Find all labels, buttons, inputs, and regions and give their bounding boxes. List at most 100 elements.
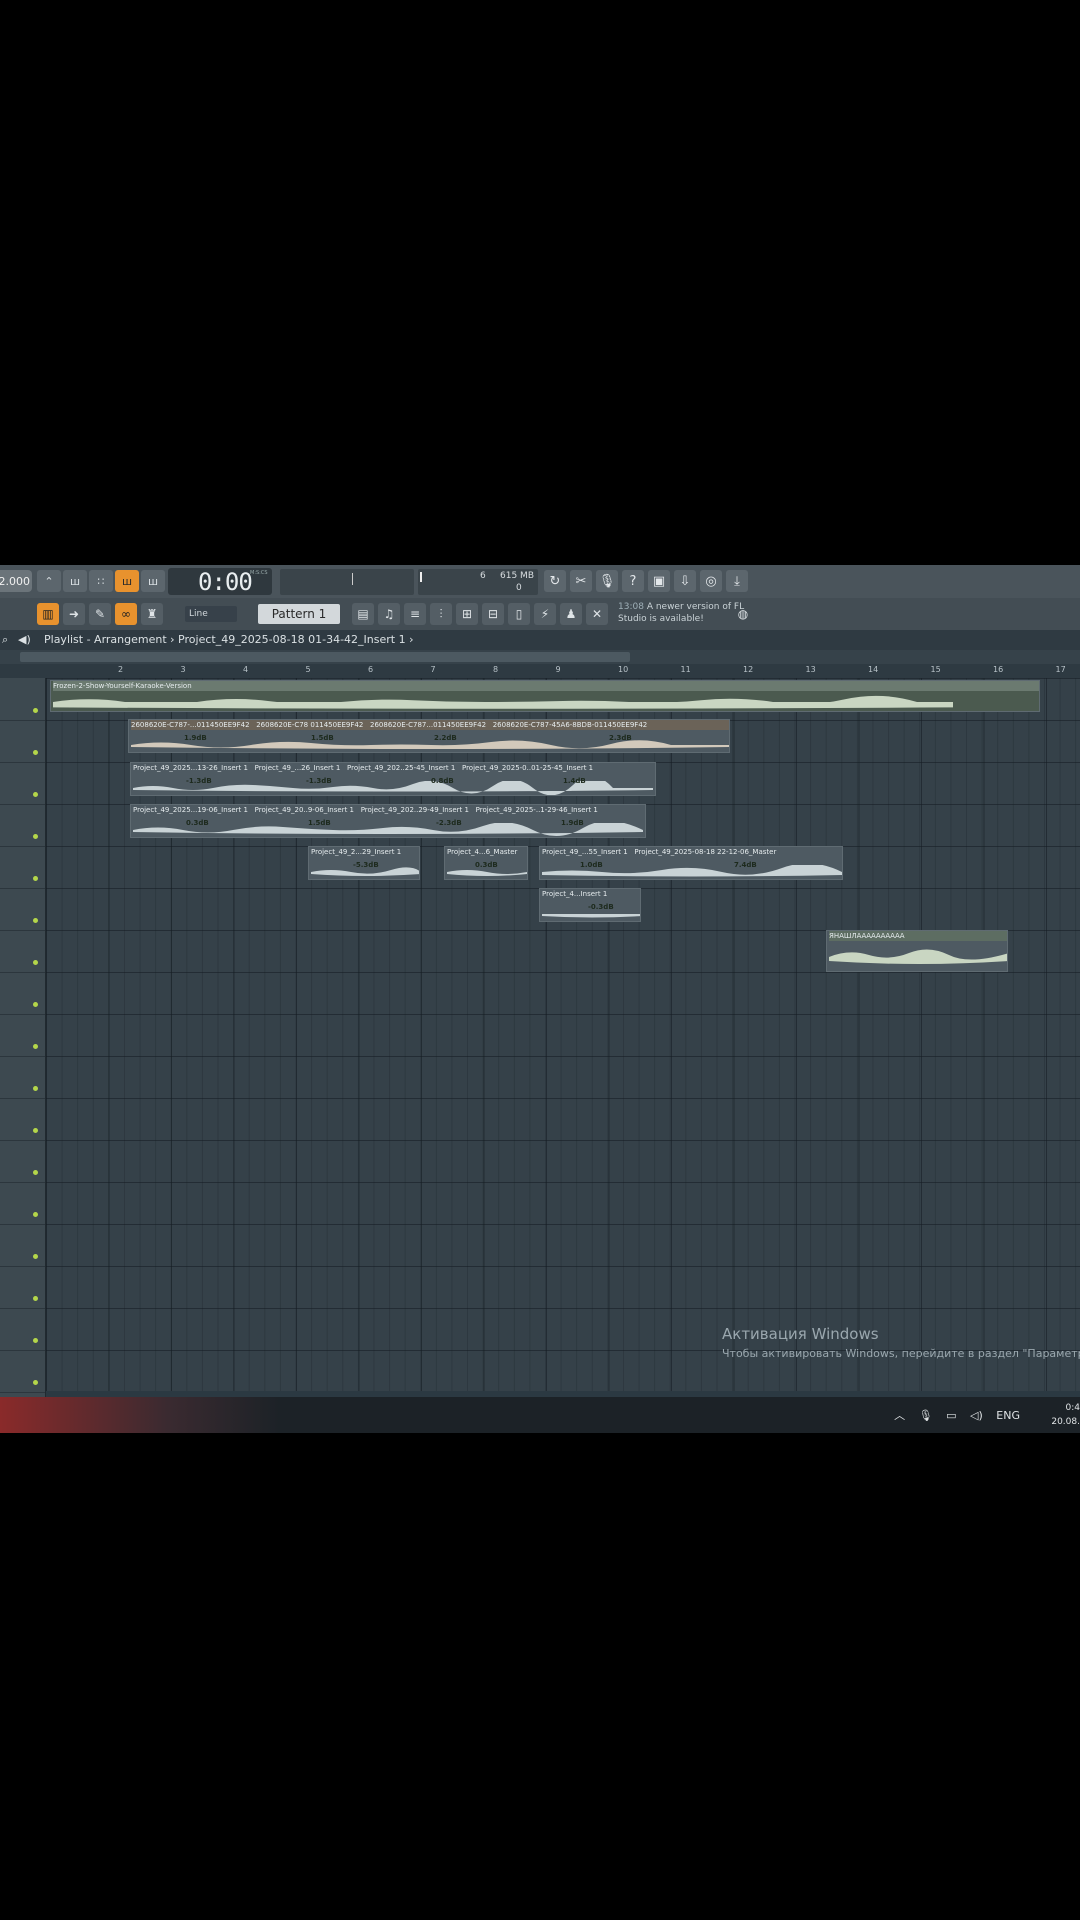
audio-clip[interactable]: Project_4...Insert 1 -0.3dB (539, 888, 641, 922)
cut-icon[interactable]: ✂ (570, 570, 592, 592)
time-display[interactable]: 0:00 M:S:CS (168, 568, 272, 596)
plug-icon[interactable]: ⚡ (534, 603, 556, 625)
volume-icon[interactable]: ◁) (970, 1409, 983, 1422)
track-header[interactable] (0, 930, 45, 973)
playlist-grid[interactable]: Frozen-2-Show-Yourself-Karaoke-Version 2… (46, 678, 1080, 1391)
notice-time: 13:08 (618, 602, 644, 612)
track-mute-led[interactable] (33, 792, 38, 797)
horizontal-scrollbar[interactable] (0, 650, 1080, 664)
arrow-icon[interactable]: ➜ (63, 603, 85, 625)
mixer-icon[interactable]: ⫶ (430, 603, 452, 625)
track-header[interactable] (0, 1140, 45, 1183)
pencil-icon[interactable]: ✎ (89, 603, 111, 625)
taskbar-clock[interactable]: 0:4 20.08. (1051, 1401, 1080, 1429)
step-edit-icon[interactable]: ш (115, 570, 139, 592)
breadcrumb-text[interactable]: Playlist - Arrangement › Project_49_2025… (44, 630, 413, 650)
gain-label: -0.3dB (588, 903, 614, 911)
globe-icon[interactable]: ◍ (732, 603, 754, 625)
gain-label: -5.3dB (353, 861, 379, 869)
track-header[interactable] (0, 1350, 45, 1393)
snap-select[interactable]: Line (185, 606, 237, 622)
language-indicator[interactable]: ENG (996, 1409, 1020, 1422)
track-header[interactable] (0, 762, 45, 805)
audio-clip[interactable]: Project_49_2...29_Insert 1 -5.3dB (308, 846, 420, 880)
clip-title: Project_49_2025...13-26_Insert 1 Project… (133, 764, 594, 772)
track-mute-led[interactable] (33, 1380, 38, 1385)
track-header[interactable] (0, 972, 45, 1015)
track-header[interactable] (0, 1224, 45, 1267)
track-mute-led[interactable] (33, 1212, 38, 1217)
gain-label: 1.9dB (561, 819, 584, 827)
audio-clip[interactable]: Project_4...6_Master 0.3dB (444, 846, 528, 880)
clock-time: 0:4 (1065, 1403, 1080, 1413)
track-mute-led[interactable] (33, 1128, 38, 1133)
speaker-icon[interactable]: ◀) (18, 630, 31, 650)
system-tray: ︿ 🎙 ▭ ◁) ENG (884, 1407, 1020, 1423)
track-header[interactable] (0, 888, 45, 931)
track-mute-led[interactable] (33, 1086, 38, 1091)
track-header[interactable] (0, 1266, 45, 1309)
microphone-tray-icon[interactable]: 🎙 (919, 1409, 933, 1422)
scroll-thumb[interactable] (20, 652, 630, 662)
cpu-memory-monitor[interactable]: 6 615 MB 0 (418, 569, 538, 595)
clip-title: Project_49_2025...19-06_Insert 1 Project… (133, 806, 598, 814)
file-icon[interactable]: ▯ (508, 603, 530, 625)
tools-icon[interactable]: ✕ (586, 603, 608, 625)
person-icon[interactable]: ♟ (560, 603, 582, 625)
ruler-bar-label: 2 (118, 665, 124, 674)
track-header[interactable] (0, 720, 45, 763)
playlist-icon[interactable]: ▥ (37, 603, 59, 625)
export-icon[interactable]: ⇩ (674, 570, 696, 592)
track-mute-led[interactable] (33, 960, 38, 965)
wait-record-icon[interactable]: ш (63, 570, 87, 592)
download-icon[interactable]: ⤓ (726, 570, 748, 592)
metronome-icon[interactable]: ⌃ (37, 570, 61, 592)
track-header[interactable] (0, 804, 45, 847)
microphone-icon[interactable]: 🎙 (596, 570, 618, 592)
track-header[interactable] (0, 1182, 45, 1225)
track-mute-led[interactable] (33, 1002, 38, 1007)
audio-clip[interactable]: Project_49_...55_Insert 1 Project_49_202… (539, 846, 843, 880)
stamp-icon[interactable]: ♜ (141, 603, 163, 625)
track-mute-led[interactable] (33, 1170, 38, 1175)
link-icon[interactable]: ∞ (115, 603, 137, 625)
track-mute-led[interactable] (33, 1044, 38, 1049)
track-header[interactable] (0, 1056, 45, 1099)
chevron-up-icon[interactable]: ︿ (894, 1409, 905, 1422)
track-mute-led[interactable] (33, 750, 38, 755)
track-header[interactable] (0, 1308, 45, 1351)
track-mute-led[interactable] (33, 708, 38, 713)
gain-label: 1.5dB (311, 734, 334, 742)
track-header[interactable] (0, 1098, 45, 1141)
audio-clip[interactable]: Project_49_2025...13-26_Insert 1 Project… (130, 762, 656, 796)
piano-roll-icon[interactable]: ♫ (378, 603, 400, 625)
channel-rack-icon[interactable]: ≡ (404, 603, 426, 625)
track-mute-led[interactable] (33, 1338, 38, 1343)
track-mute-led[interactable] (33, 876, 38, 881)
track-mute-led[interactable] (33, 1254, 38, 1259)
audio-clip[interactable]: ЯНАШЛАААААААААА (826, 930, 1008, 972)
tempo-display[interactable]: 2.000 (0, 570, 32, 592)
time-ruler[interactable]: 2 3 4 5 6 7 8 9 10 11 12 13 14 15 16 17 (0, 664, 1080, 679)
audio-clip[interactable]: 2608620E-C787-...011450EE9F42 2608620E-C… (128, 719, 730, 753)
track-header[interactable] (0, 846, 45, 889)
pattern-select[interactable]: Pattern 1 (258, 604, 340, 624)
chat-icon[interactable]: ◎ (700, 570, 722, 592)
network-icon[interactable]: ▭ (946, 1409, 956, 1422)
track-header[interactable] (0, 1014, 45, 1057)
track-mute-led[interactable] (33, 918, 38, 923)
plugin-icon[interactable]: ⊟ (482, 603, 504, 625)
audio-clip[interactable]: Project_49_2025...19-06_Insert 1 Project… (130, 804, 646, 838)
browser-icon[interactable]: ⊞ (456, 603, 478, 625)
save-icon[interactable]: ▣ (648, 570, 670, 592)
help-icon[interactable]: ? (622, 570, 644, 592)
playlist-view-icon[interactable]: ▤ (352, 603, 374, 625)
track-mute-led[interactable] (33, 834, 38, 839)
zoom-icon[interactable]: ⌕ (2, 630, 8, 650)
audio-clip[interactable]: Frozen-2-Show-Yourself-Karaoke-Version (50, 680, 1040, 712)
loop-record-icon[interactable]: ш (141, 570, 165, 592)
refresh-icon[interactable]: ↻ (544, 570, 566, 592)
track-header[interactable] (0, 678, 45, 721)
countdown-icon[interactable]: ∷ (89, 570, 113, 592)
track-mute-led[interactable] (33, 1296, 38, 1301)
